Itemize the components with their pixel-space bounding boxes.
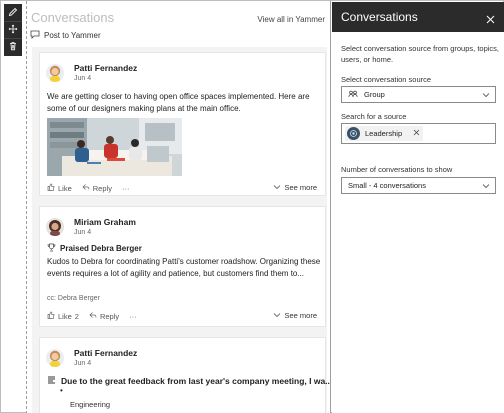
edit-icon — [8, 4, 18, 22]
conversation-source-dropdown[interactable]: Group — [341, 86, 496, 103]
leadership-group-icon — [347, 127, 360, 140]
post-body: We are getting closer to having open off… — [47, 92, 310, 113]
source-value: Group — [364, 90, 385, 99]
comment-icon — [30, 30, 40, 41]
see-more-button[interactable]: See more — [273, 183, 317, 192]
move-icon — [8, 21, 18, 39]
close-icon — [486, 11, 495, 28]
like-button[interactable]: Like 2 — [47, 311, 79, 321]
post-to-yammer-label: Post to Yammer — [44, 31, 101, 40]
cc-recipients: cc: Debra Berger — [47, 295, 100, 302]
reply-icon — [82, 183, 90, 193]
conversation-count-dropdown[interactable]: Small - 4 conversations — [341, 177, 496, 194]
count-value: Small - 4 conversations — [348, 181, 426, 190]
close-icon — [413, 129, 420, 136]
group-name[interactable]: Engineering — [70, 400, 110, 409]
post-actions: Like 2 Reply ··· — [47, 311, 137, 321]
chevron-down-icon — [482, 91, 490, 100]
more-options-button[interactable]: ··· — [122, 184, 130, 193]
reply-label: Reply — [99, 311, 120, 321]
view-all-in-yammer-link[interactable]: View all in Yammer — [257, 15, 325, 24]
see-more-label: See more — [284, 183, 317, 192]
close-pane-button[interactable] — [486, 11, 495, 29]
pane-description: Select conversation source from groups, … — [341, 44, 499, 64]
avatar — [46, 64, 64, 82]
reply-label: Reply — [92, 183, 112, 193]
chevron-down-icon — [482, 182, 490, 191]
post-body: Kudos to Debra for coordinating Patti's … — [47, 257, 321, 278]
search-label: Search for a source — [341, 112, 407, 121]
author-name[interactable]: Patti Fernandez — [74, 348, 137, 358]
author-name[interactable]: Patti Fernandez — [74, 63, 137, 73]
edit-webpart-button[interactable] — [4, 4, 22, 21]
praise-label: Praised Debra Berger — [60, 244, 142, 253]
webpart-title: Conversations — [31, 10, 115, 25]
conversation-feed: Patti Fernandez Jun 4 We are getting clo… — [32, 47, 330, 413]
avatar — [46, 218, 64, 236]
chevron-down-icon — [273, 311, 281, 320]
post-date: Jun 4 — [74, 229, 92, 236]
property-pane-title: Conversations — [341, 10, 418, 24]
delete-webpart-button[interactable] — [4, 38, 22, 55]
conversation-card[interactable]: Patti Fernandez Jun 4 We are getting clo… — [39, 52, 326, 196]
like-icon — [47, 311, 55, 321]
conversation-card[interactable]: Patti Fernandez Jun 4 Due to the great f… — [39, 337, 330, 413]
property-pane: Conversations Select conversation source… — [332, 2, 504, 413]
see-more-label: See more — [284, 311, 317, 320]
bullet: • — [60, 386, 63, 395]
group-icon — [348, 90, 358, 100]
reply-button[interactable]: Reply — [89, 311, 119, 321]
move-webpart-button[interactable] — [4, 21, 22, 38]
avatar — [46, 349, 64, 367]
conversations-webpart: Conversations View all in Yammer Post to… — [26, 1, 331, 413]
conversation-card[interactable]: Miriam Graham Jun 4 Praised Debra Berger… — [39, 206, 326, 327]
post-date: Jun 4 — [74, 75, 92, 82]
author-name[interactable]: Miriam Graham — [74, 217, 136, 227]
source-search-field[interactable]: Leadership — [341, 123, 496, 144]
like-icon — [47, 183, 55, 193]
trophy-icon — [47, 243, 56, 254]
post-date: Jun 4 — [74, 360, 92, 367]
like-label: Like — [58, 183, 72, 193]
delete-icon — [8, 38, 18, 56]
chevron-down-icon — [273, 183, 281, 192]
count-label: Number of conversations to show — [341, 165, 453, 174]
like-button[interactable]: Like — [47, 183, 72, 193]
announcement-icon — [47, 376, 56, 386]
praise-header: Praised Debra Berger — [47, 243, 142, 254]
webpart-edit-toolbar — [4, 4, 22, 56]
announcement-title: Due to the great feedback from last year… — [47, 376, 331, 386]
page-frame: Conversations View all in Yammer Post to… — [0, 0, 504, 413]
selected-source-pill: Leadership — [345, 126, 423, 141]
more-options-button[interactable]: ··· — [129, 312, 137, 321]
post-to-yammer-button[interactable]: Post to Yammer — [30, 30, 101, 41]
reply-button[interactable]: Reply — [82, 183, 112, 193]
property-pane-header: Conversations — [332, 2, 504, 32]
like-label: Like — [58, 311, 72, 321]
post-actions: Like Reply ··· — [47, 183, 129, 193]
like-count: 2 — [74, 311, 79, 321]
post-image[interactable] — [47, 118, 182, 176]
announcement-title-text: Due to the great feedback from last year… — [61, 376, 331, 386]
reply-icon — [89, 311, 97, 321]
selected-source-label: Leadership — [365, 129, 403, 138]
remove-source-button[interactable] — [413, 129, 420, 138]
source-label: Select conversation source — [341, 75, 432, 84]
see-more-button[interactable]: See more — [273, 311, 317, 320]
